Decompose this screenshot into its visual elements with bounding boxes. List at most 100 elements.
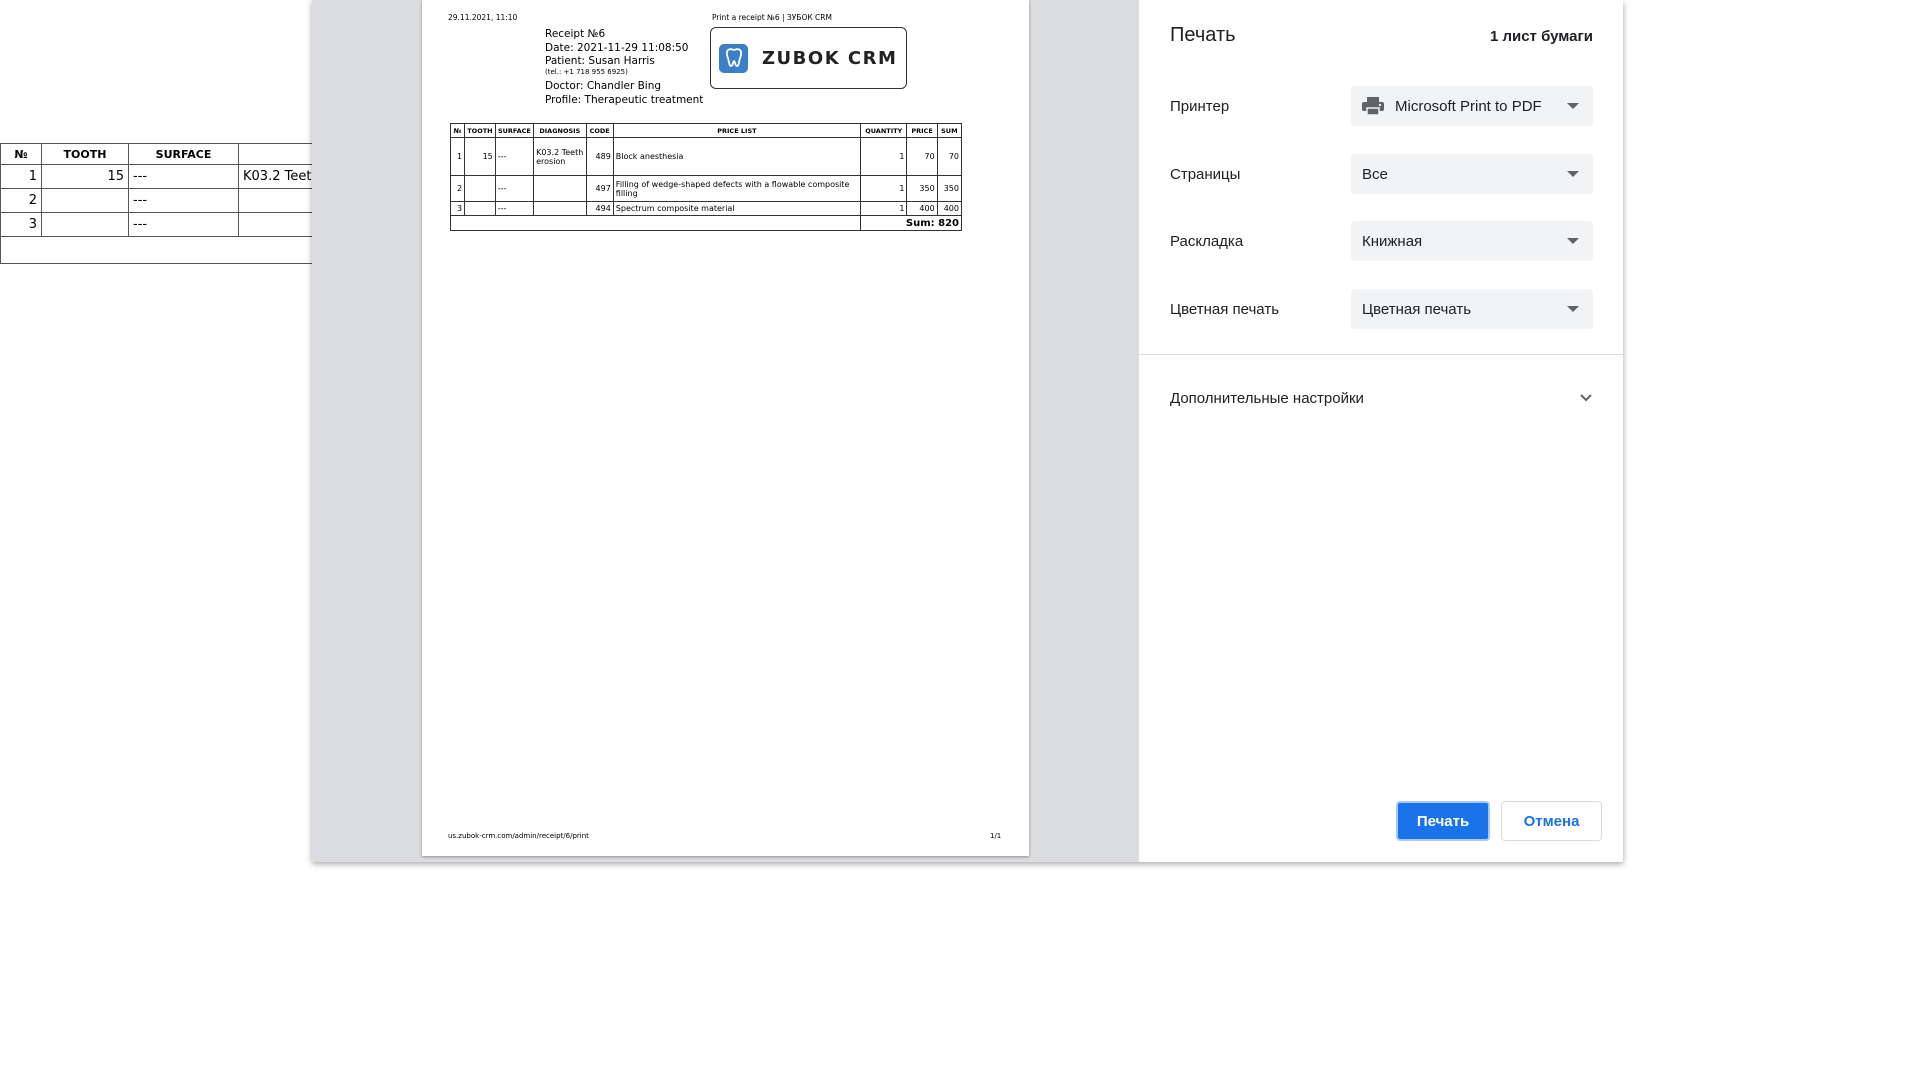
dropdown-arrow-icon [1567,238,1579,244]
receipt-number: Receipt №6 [545,28,606,40]
color-select[interactable]: Цветная печать [1351,289,1593,329]
printer-label: Принтер [1170,97,1230,115]
table-footer-row [0,236,325,264]
cell-tooth [41,188,129,213]
more-settings-toggle[interactable]: Дополнительные настройки [1170,390,1593,407]
table-row: 2 --- [0,188,325,213]
cell-surface: --- [128,212,239,237]
receipt-total: Sum: 820 [860,215,962,231]
header-number: № [0,143,42,165]
dropdown-arrow-icon [1567,171,1579,177]
receipt-patient: Patient: Susan Harris [545,55,655,68]
cell-code: 489 [585,137,614,176]
cell-tooth: 15 [464,137,496,176]
cell-number: 3 [0,212,42,237]
chevron-down-icon [1579,390,1593,407]
color-label: Цветная печать [1170,300,1280,318]
cell-sum: 70 [936,137,963,176]
cell-number: 1 [449,137,466,176]
preview-url: us.zubok-crm.com/admin/receipt/6/print [448,832,589,840]
header-surface: SURFACE [128,143,239,165]
cell-quantity: 1 [860,201,908,216]
layout-value: Книжная [1362,232,1423,250]
cell-surface: --- [494,201,535,216]
sheet-count: 1 лист бумаги [1489,28,1593,45]
receipt-table: № TOOTH SURFACE DIAGNOSIS CODE PRICE LIS… [449,123,963,231]
printer-row: Принтер Microsoft Print to PDF [1170,86,1593,126]
cell-diagnosis [533,175,587,202]
color-value: Цветная печать [1362,300,1472,318]
layout-label: Раскладка [1170,232,1244,250]
preview-date: 29.11.2021, 11:10 [448,13,518,22]
col-surface: SURFACE [494,123,535,138]
cell-quantity: 1 [860,137,908,176]
receipt-doctor: Doctor: Chandler Bing [545,79,662,92]
printer-icon [1362,97,1384,116]
header-tooth: TOOTH [41,143,129,165]
cell-number: 1 [0,164,42,189]
printer-select[interactable]: Microsoft Print to PDF [1351,86,1593,126]
col-sum: SUM [936,123,963,138]
background-table: № TOOTH SURFACE 1 15 --- K03.2 Teeth 2 -… [0,143,325,264]
receipt-tel: (tel.: +1 718 955 6925) [545,67,628,76]
col-price-list: PRICE LIST [612,123,862,138]
logo-text: ZUBOK CRM [762,47,898,69]
total-spacer [449,215,862,231]
tooth-icon [719,43,748,73]
pages-select[interactable]: Все [1351,154,1593,194]
cell-tooth [464,201,496,216]
cell-price: 350 [906,175,938,202]
cell-diagnosis: K03.2 Teeth erosion [533,137,587,176]
cell-tooth [41,212,129,237]
cell-number: 3 [449,201,466,216]
col-tooth: TOOTH [464,123,496,138]
print-preview-area[interactable]: 29.11.2021, 11:10 Print a receipt №6 | З… [312,0,1139,862]
cell-sum: 400 [936,201,963,216]
receipt-profile: Profile: Therapeutic treatment [545,93,704,106]
color-row: Цветная печать Цветная печать [1170,289,1593,329]
pages-value: Все [1362,165,1388,183]
cell-code: 494 [585,201,614,216]
cell-sum: 350 [936,175,963,202]
print-dialog: 29.11.2021, 11:10 Print a receipt №6 | З… [312,0,1623,862]
col-number: № [449,123,466,138]
settings-divider [1139,354,1623,355]
pages-row: Страницы Все [1170,154,1593,194]
background-table-header: № TOOTH SURFACE [0,143,325,165]
receipt-total-row: Sum: 820 [449,215,962,231]
cell-surface: --- [494,175,535,202]
preview-page-number: 1/1 [990,832,1002,840]
table-row: 1 15 --- K03.2 Teeth erosion 489 Block a… [449,137,963,176]
cell-price-list: Block anesthesia [612,137,862,176]
dropdown-arrow-icon [1567,306,1579,312]
cell-surface: --- [128,164,239,189]
cell-price-list: Spectrum composite material [612,201,862,216]
table-row: 1 15 --- K03.2 Teeth [0,164,325,189]
cell-number: 2 [449,175,466,202]
receipt-info: Receipt №6 Date: 2021-11-29 11:08:50 Pat… [545,28,703,107]
zubok-logo: ZUBOK CRM [710,27,907,89]
cell-tooth: 15 [41,164,129,189]
cell-code: 497 [585,175,614,202]
dialog-title: Печать [1170,24,1236,46]
receipt-date: Date: 2021-11-29 11:08:50 [545,41,689,54]
table-footer-cell [0,236,325,264]
more-settings-label: Дополнительные настройки [1170,390,1364,407]
cell-number: 2 [0,188,42,213]
cell-price: 70 [906,137,938,176]
layout-select[interactable]: Книжная [1351,221,1593,261]
printer-value: Microsoft Print to PDF [1395,97,1542,115]
cell-surface: --- [128,188,239,213]
col-quantity: QUANTITY [860,123,908,138]
col-code: CODE [585,123,614,138]
receipt-table-header: № TOOTH SURFACE DIAGNOSIS CODE PRICE LIS… [449,123,963,138]
table-row: 2 --- 497 Filling of wedge-shaped defect… [449,175,963,202]
cancel-button[interactable]: Отмена [1501,801,1602,841]
cell-price: 400 [906,201,938,216]
pages-label: Страницы [1170,165,1241,183]
print-button[interactable]: Печать [1396,801,1490,841]
cell-quantity: 1 [860,175,908,202]
print-settings-panel: Печать 1 лист бумаги Принтер Microsoft P… [1139,0,1623,862]
col-diagnosis: DIAGNOSIS [533,123,587,138]
preview-page: 29.11.2021, 11:10 Print a receipt №6 | З… [422,0,1029,856]
